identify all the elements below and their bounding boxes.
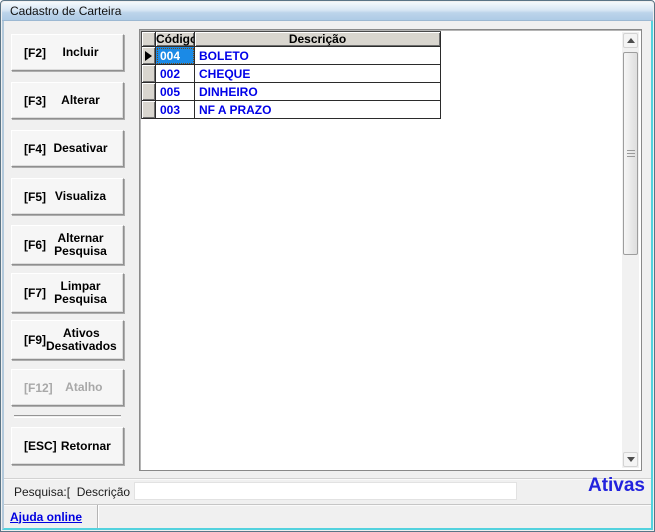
- desativar-button-key: [F4]: [24, 142, 46, 156]
- limpar-pesquisa-button-key: [F7]: [24, 286, 46, 300]
- scroll-up-button[interactable]: [623, 33, 638, 48]
- status-panel-help: Ajuda online: [4, 505, 98, 528]
- atalho-button: [F12] Atalho: [11, 369, 124, 406]
- limpar-pesquisa-button-label: Limpar Pesquisa: [46, 280, 115, 306]
- scroll-up-icon: [627, 38, 635, 43]
- button-column-divider: [14, 415, 121, 418]
- atalho-button-key: [F12]: [24, 381, 53, 395]
- alterar-button[interactable]: [F3] Alterar: [11, 82, 124, 119]
- grid-panel: Código Descrição 004 BOLETO 002 CHEQUE 0…: [139, 29, 642, 471]
- codigo-cell[interactable]: 005: [156, 83, 195, 101]
- alternar-pesquisa-button-key: [F6]: [24, 238, 46, 252]
- title-bar[interactable]: Cadastro de Carteira: [2, 2, 653, 21]
- codigo-column-header[interactable]: Código: [156, 32, 195, 47]
- row-selector-cell: [142, 65, 156, 83]
- incluir-button-label: Incluir: [46, 46, 115, 59]
- visualiza-button[interactable]: [F5] Visualiza: [11, 178, 124, 215]
- status-bar: Ajuda online: [4, 504, 651, 528]
- table-row[interactable]: 005 DINHEIRO: [142, 83, 441, 101]
- descricao-cell[interactable]: BOLETO: [195, 47, 441, 65]
- row-selector-cell: [142, 47, 156, 65]
- atalho-button-label: Atalho: [53, 381, 115, 394]
- codigo-cell[interactable]: 004: [156, 47, 195, 65]
- table-row[interactable]: 004 BOLETO: [142, 47, 441, 65]
- desativar-button[interactable]: [F4] Desativar: [11, 130, 124, 167]
- ativos-desativados-button[interactable]: [F9] Ativos Desativados: [11, 320, 124, 360]
- alternar-pesquisa-button-label: Alternar Pesquisa: [46, 232, 115, 258]
- panel-separator: [4, 478, 651, 480]
- row-selector-cell: [142, 83, 156, 101]
- cadastro-de-carteira-window: Cadastro de Carteira [F2] Incluir [F3] A…: [0, 0, 655, 532]
- codigo-cell[interactable]: 002: [156, 65, 195, 83]
- descricao-cell[interactable]: CHEQUE: [195, 65, 441, 83]
- ajuda-online-link[interactable]: Ajuda online: [10, 510, 82, 524]
- scroll-down-button[interactable]: [623, 452, 638, 467]
- alternar-pesquisa-button[interactable]: [F6] Alternar Pesquisa: [11, 225, 124, 265]
- alterar-button-label: Alterar: [46, 94, 115, 107]
- visualiza-button-label: Visualiza: [46, 190, 115, 203]
- descricao-cell[interactable]: DINHEIRO: [195, 83, 441, 101]
- descricao-column-header[interactable]: Descrição: [195, 32, 441, 47]
- window-title: Cadastro de Carteira: [10, 4, 121, 18]
- row-selector-cell: [142, 101, 156, 119]
- table-row[interactable]: 002 CHEQUE: [142, 65, 441, 83]
- search-label: Pesquisa:[ Descrição ]:: [14, 485, 147, 499]
- desativar-button-label: Desativar: [46, 142, 115, 155]
- limpar-pesquisa-button[interactable]: [F7] Limpar Pesquisa: [11, 273, 124, 313]
- incluir-button-key: [F2]: [24, 46, 46, 60]
- thumb-grip-icon: [627, 150, 635, 158]
- descricao-cell[interactable]: NF A PRAZO: [195, 101, 441, 119]
- visualiza-button-key: [F5]: [24, 190, 46, 204]
- retornar-button-label: Retornar: [57, 440, 115, 453]
- retornar-button[interactable]: [ESC] Retornar: [11, 427, 124, 465]
- current-row-indicator-icon: [145, 51, 152, 61]
- incluir-button[interactable]: [F2] Incluir: [11, 34, 124, 71]
- scrollbar-thumb[interactable]: [623, 52, 638, 255]
- row-selector-header: [142, 32, 156, 47]
- grid-header-row: Código Descrição: [142, 32, 441, 47]
- ativos-desativados-button-key: [F9]: [24, 333, 46, 347]
- filter-status-label: Ativas: [588, 475, 645, 497]
- table-row[interactable]: 003 NF A PRAZO: [142, 101, 441, 119]
- status-panel-main: [98, 505, 651, 528]
- ativos-desativados-button-label: Ativos Desativados: [46, 327, 117, 353]
- scroll-down-icon: [627, 457, 635, 462]
- alterar-button-key: [F3]: [24, 94, 46, 108]
- vertical-scrollbar[interactable]: [622, 32, 639, 468]
- codigo-cell[interactable]: 003: [156, 101, 195, 119]
- search-input[interactable]: [134, 482, 517, 500]
- retornar-button-key: [ESC]: [24, 439, 57, 453]
- carteira-grid: Código Descrição 004 BOLETO 002 CHEQUE 0…: [141, 31, 441, 119]
